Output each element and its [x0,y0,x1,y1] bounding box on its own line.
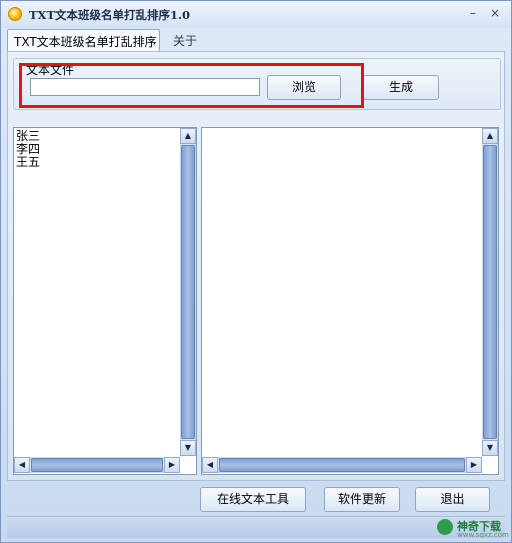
result-list[interactable] [201,127,499,475]
watermark-url: www.sqxz.com [457,531,509,539]
scroll-up-icon[interactable]: ▲ [482,128,498,144]
app-icon [8,7,22,21]
scroll-down-icon[interactable]: ▼ [482,440,498,456]
window-title: TXT文本班级名单打乱排序1.0 [29,8,191,22]
tab-shuffle[interactable]: TXT文本班级名单打乱排序 [7,29,160,51]
software-update-button[interactable]: 软件更新 [324,487,400,512]
watermark: 神奇下载 www.sqxz.com [421,513,509,541]
scroll-down-icon[interactable]: ▼ [180,440,196,456]
source-hscroll-thumb[interactable] [31,458,163,472]
title-bar: TXT文本班级名单打乱排序1.0 – × [1,1,511,28]
result-vscrollbar[interactable]: ▲ ▼ [482,128,498,456]
close-button[interactable]: × [486,5,504,21]
result-hscrollbar[interactable]: ◀ ▶ [202,457,482,473]
source-vscrollbar[interactable]: ▲ ▼ [180,128,196,456]
scroll-left-icon[interactable]: ◀ [14,457,30,473]
scroll-up-icon[interactable]: ▲ [180,128,196,144]
scroll-left-icon[interactable]: ◀ [202,457,218,473]
source-hscrollbar[interactable]: ◀ ▶ [14,457,180,473]
minimize-button[interactable]: – [464,5,482,21]
source-vscroll-thumb[interactable] [181,145,195,439]
scroll-right-icon[interactable]: ▶ [164,457,180,473]
exit-button[interactable]: 退出 [415,487,490,512]
app-window: TXT文本班级名单打乱排序1.0 – × TXT文本班级名单打乱排序 关于 文本… [0,0,512,543]
tab-strip: TXT文本班级名单打乱排序 关于 [7,29,505,51]
online-text-tools-button[interactable]: 在线文本工具 [200,487,306,512]
tab-about[interactable]: 关于 [167,29,203,51]
scroll-right-icon[interactable]: ▶ [466,457,482,473]
watermark-logo-icon [437,519,453,535]
annotation-highlight [19,63,364,108]
source-list-items: 张三 李四 王五 [16,130,40,169]
list-item[interactable]: 王五 [16,156,40,169]
result-vscroll-thumb[interactable] [483,145,497,439]
source-list[interactable]: 张三 李四 王五 [13,127,197,475]
generate-button[interactable]: 生成 [363,75,439,100]
result-hscroll-thumb[interactable] [219,458,465,472]
